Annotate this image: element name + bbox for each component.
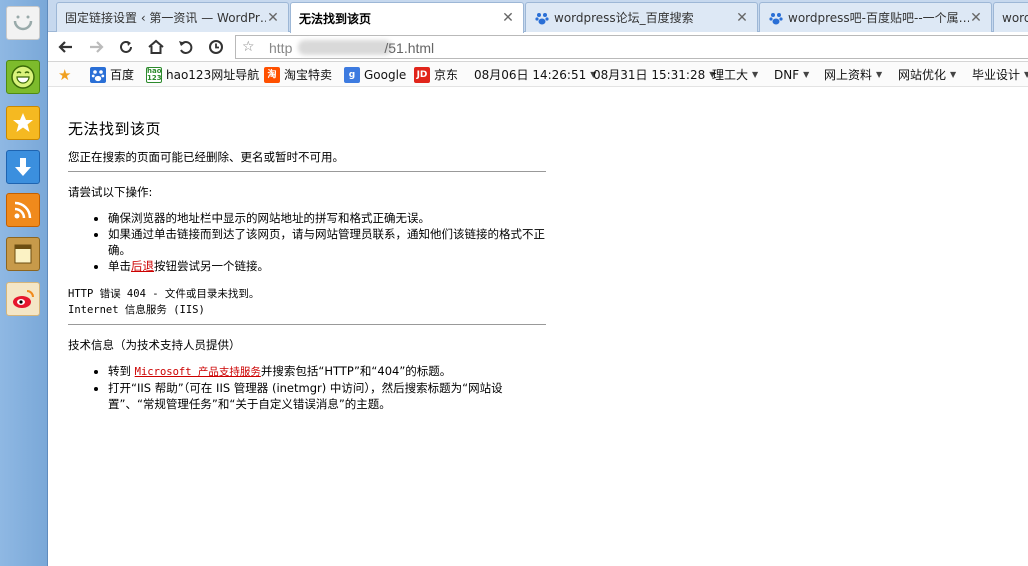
history-clock-icon[interactable] bbox=[206, 37, 226, 57]
bookmark-label: DNF bbox=[774, 67, 800, 82]
tech-heading: 技术信息（为技术支持人员提供） bbox=[68, 338, 241, 352]
page-content: 无法找到该页 您正在搜索的页面可能已经删除、更名或暂时不可用。 请尝试以下操作:… bbox=[68, 118, 546, 412]
favorites-star-icon[interactable] bbox=[6, 106, 40, 140]
page-title: 无法找到该页 bbox=[68, 120, 162, 138]
tab-label: 固定链接设置 ‹ 第一资讯 — WordPr… bbox=[65, 11, 266, 25]
bookmark-label: 理工大 bbox=[712, 68, 749, 82]
tab-wordpress-forum-search[interactable]: wordpress论坛_百度搜索 ✕ bbox=[525, 2, 758, 32]
baidu-paw-icon bbox=[535, 12, 549, 24]
bookmark-label: 毕业设计 bbox=[972, 68, 1021, 82]
maxthon-logo-icon[interactable] bbox=[6, 6, 40, 40]
back-arrow-icon[interactable] bbox=[56, 37, 76, 57]
address-input[interactable]: http/51.html bbox=[269, 40, 434, 56]
bookmark-label: 百度 bbox=[110, 68, 135, 82]
tab-permalink-settings[interactable]: 固定链接设置 ‹ 第一资讯 — WordPr… ✕ bbox=[56, 2, 289, 32]
list-item: 打开“IIS 帮助”（可在 IIS 管理器 (inetmgr) 中访问），然后搜… bbox=[108, 380, 546, 412]
bookmark-google[interactable]: g Google bbox=[344, 66, 406, 83]
tab-label: wordpress论坛_百度搜索 bbox=[554, 11, 694, 25]
close-icon[interactable]: ✕ bbox=[501, 11, 515, 25]
list-item: 单击后退按钮尝试另一个链接。 bbox=[108, 258, 546, 274]
list-item: 转到 Microsoft 产品支持服务并搜索包括“HTTP”和“404”的标题。 bbox=[108, 363, 546, 380]
close-icon[interactable]: ✕ bbox=[266, 11, 280, 25]
chevron-down-icon: ▼ bbox=[752, 70, 759, 79]
undo-icon[interactable] bbox=[176, 37, 196, 57]
tech-list: 转到 Microsoft 产品支持服务并搜索包括“HTTP”和“404”的标题。… bbox=[108, 363, 546, 412]
google-icon: g bbox=[344, 66, 360, 83]
bookmark-folder-ligongda[interactable]: 理工大 ▼ bbox=[712, 66, 758, 83]
bookmark-label: 淘宝特卖 bbox=[284, 68, 333, 82]
bookmark-label: 网上资料 bbox=[824, 68, 873, 82]
ms-support-link[interactable]: Microsoft 产品支持服务 bbox=[135, 366, 261, 378]
bookmark-folder-seo[interactable]: 网站优化 ▼ bbox=[898, 66, 956, 83]
notepad-icon[interactable] bbox=[6, 237, 40, 271]
bookmark-star-icon[interactable]: ☆ bbox=[242, 39, 255, 55]
bookmark-folder-0831[interactable]: 08月31日 15:31:28 ▼ bbox=[593, 66, 715, 83]
baidu-paw-icon bbox=[90, 66, 106, 83]
bookmark-label: 京东 bbox=[434, 68, 459, 82]
bookmark-folder-0806[interactable]: 08月06日 14:26:51 ▼ bbox=[474, 66, 596, 83]
rss-icon[interactable] bbox=[6, 193, 40, 227]
back-link[interactable]: 后退 bbox=[131, 259, 154, 273]
bookmark-taobao[interactable]: 淘 淘宝特卖 bbox=[264, 66, 332, 83]
chevron-down-icon: ▼ bbox=[876, 70, 883, 79]
close-icon[interactable]: ✕ bbox=[969, 11, 983, 25]
address-bar[interactable]: ☆ http/51.html bbox=[235, 35, 1028, 59]
bookmark-label: 08月06日 14:26:51 bbox=[474, 68, 587, 82]
bookmarks-star-icon[interactable]: ★ bbox=[58, 66, 71, 84]
tab-wordpress-tieba[interactable]: wordpress吧-百度贴吧--一个属… ✕ bbox=[759, 2, 992, 32]
divider bbox=[68, 171, 546, 172]
page-subtitle: 您正在搜索的页面可能已经删除、更名或暂时不可用。 bbox=[68, 150, 344, 164]
try-heading: 请尝试以下操作: bbox=[68, 185, 153, 199]
weibo-icon[interactable] bbox=[6, 282, 40, 316]
chevron-down-icon: ▼ bbox=[1024, 70, 1028, 79]
list-item: 如果通过单击链接而到达了该网页，请与网站管理员联系，通知他们该链接的格式不正确。 bbox=[108, 226, 546, 258]
tab-strip: 固定链接设置 ‹ 第一资讯 — WordPr… ✕ 无法找到该页 ✕ wordp… bbox=[48, 0, 1028, 33]
iis-line: Internet 信息服务 (IIS) bbox=[68, 304, 205, 316]
download-arrow-icon[interactable] bbox=[6, 150, 40, 184]
error-line: HTTP 错误 404 - 文件或目录未找到。 bbox=[68, 288, 260, 300]
tab-label: word bbox=[1002, 10, 1028, 25]
refresh-icon[interactable] bbox=[116, 37, 136, 57]
bookmark-label: hao123网址导航 bbox=[166, 68, 260, 82]
bookmark-baidu[interactable]: 百度 bbox=[90, 66, 134, 83]
forward-arrow-icon[interactable] bbox=[86, 37, 106, 57]
try-list: 确保浏览器的地址栏中显示的网站地址的拼写和格式正确无误。 如果通过单击链接而到达… bbox=[108, 210, 546, 274]
tech-goto-suffix: 并搜索包括“HTTP”和“404”的标题。 bbox=[260, 364, 452, 378]
bookmark-folder-graduation[interactable]: 毕业设计 ▼ bbox=[972, 66, 1028, 83]
tab-word-partial[interactable]: word bbox=[993, 2, 1028, 32]
emoji-smile-icon[interactable] bbox=[6, 60, 40, 94]
chevron-down-icon: ▼ bbox=[803, 70, 810, 79]
taobao-icon: 淘 bbox=[264, 66, 280, 83]
jd-icon: JD bbox=[414, 66, 430, 83]
list-item: 确保浏览器的地址栏中显示的网站地址的拼写和格式正确无误。 bbox=[108, 210, 546, 226]
bookmark-hao123[interactable]: hao 123 hao123网址导航 bbox=[146, 66, 259, 83]
tech-goto-prefix: 转到 bbox=[108, 364, 135, 378]
bookmark-jd[interactable]: JD 京东 bbox=[414, 66, 458, 83]
close-icon[interactable]: ✕ bbox=[735, 11, 749, 25]
bookmarks-bar: ★ 百度 hao 123 hao123网址导航 淘 淘宝特卖 g Google J… bbox=[48, 62, 1028, 87]
baidu-paw-icon bbox=[769, 12, 783, 24]
tab-page-not-found[interactable]: 无法找到该页 ✕ bbox=[290, 2, 524, 33]
back-prefix: 单击 bbox=[108, 259, 131, 273]
bookmark-label: Google bbox=[364, 67, 407, 82]
tab-label: wordpress吧-百度贴吧--一个属… bbox=[788, 11, 969, 25]
bookmark-folder-dnf[interactable]: DNF ▼ bbox=[774, 66, 809, 83]
url-prefix: http bbox=[269, 40, 293, 56]
hao123-icon: hao 123 bbox=[146, 66, 162, 83]
url-suffix: /51.html bbox=[384, 40, 435, 56]
back-suffix: 按钮尝试另一个链接。 bbox=[154, 259, 269, 273]
home-icon[interactable] bbox=[146, 37, 166, 57]
chevron-down-icon: ▼ bbox=[950, 70, 957, 79]
bookmark-label: 网站优化 bbox=[898, 68, 947, 82]
tab-label: 无法找到该页 bbox=[299, 11, 372, 26]
sidebar bbox=[0, 0, 48, 566]
navigation-bar: ☆ http/51.html bbox=[48, 32, 1028, 62]
bookmark-label: 08月31日 15:31:28 bbox=[593, 68, 706, 82]
bookmark-folder-online-materials[interactable]: 网上资料 ▼ bbox=[824, 66, 882, 83]
divider bbox=[68, 324, 546, 325]
